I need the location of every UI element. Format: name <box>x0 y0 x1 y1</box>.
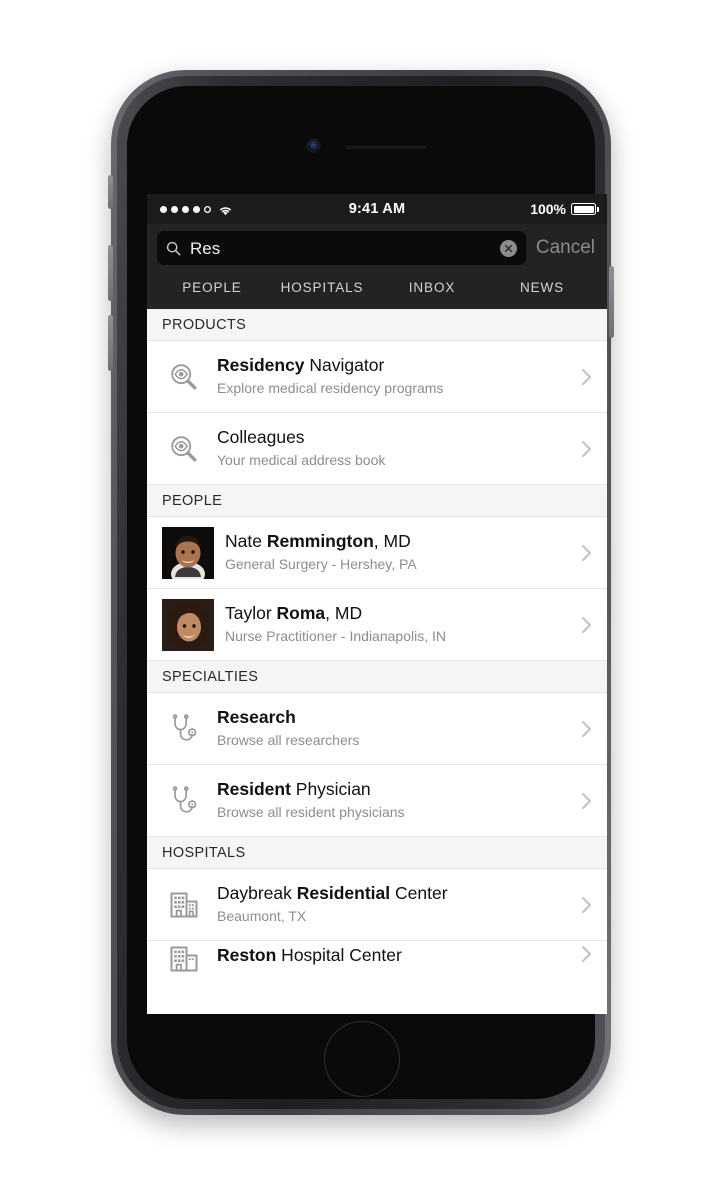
tab-bar: PEOPLE HOSPITALS INBOX NEWS <box>157 265 597 309</box>
search-nav-bar: Res Cancel PEOPLE HOSPITALS INBOX NEWS <box>147 224 607 309</box>
tab-news[interactable]: NEWS <box>487 280 597 295</box>
list-item[interactable]: Nate Remmington, MD General Surgery - He… <box>147 517 607 589</box>
magnifier-eye-icon <box>162 362 206 392</box>
list-item-text: Resident Physician Browse all resident p… <box>206 779 578 822</box>
section-header-people: PEOPLE <box>147 485 607 517</box>
cancel-button[interactable]: Cancel <box>532 237 597 259</box>
avatar <box>162 598 214 651</box>
hospital-building-icon <box>162 891 206 919</box>
list-item-title: Taylor Roma, MD <box>225 603 363 624</box>
battery-percent-label: 100% <box>530 201 566 217</box>
chevron-right-icon <box>578 720 594 738</box>
front-camera-icon <box>308 140 319 151</box>
volume-up-button[interactable] <box>108 245 113 301</box>
phone-device: 9:41 AM 100% Res Cancel PEOPLE HOSPITALS… <box>108 70 614 1115</box>
earpiece-speaker <box>345 144 427 149</box>
search-row: Res Cancel <box>157 231 597 265</box>
home-button[interactable] <box>324 1021 400 1097</box>
list-item-text: Research Browse all researchers <box>206 707 578 750</box>
chevron-right-icon <box>578 616 594 634</box>
list-item-subtitle: Your medical address book <box>217 451 386 468</box>
list-item-title: Resident Physician <box>217 779 371 800</box>
list-item-text: Nate Remmington, MD General Surgery - He… <box>214 531 578 574</box>
list-item[interactable]: Reston Hospital Center <box>147 941 607 973</box>
list-item[interactable]: Resident Physician Browse all resident p… <box>147 765 607 837</box>
list-item-subtitle: General Surgery - Hershey, PA <box>225 555 417 572</box>
list-item-title: Reston Hospital Center <box>217 945 402 965</box>
list-item-subtitle: Nurse Practitioner - Indianapolis, IN <box>225 627 446 644</box>
list-item-title: Nate Remmington, MD <box>225 531 411 552</box>
list-item-text: Colleagues Your medical address book <box>206 427 578 470</box>
avatar <box>162 526 214 579</box>
tab-hospitals[interactable]: HOSPITALS <box>267 280 377 295</box>
section-header-hospitals: HOSPITALS <box>147 837 607 869</box>
stethoscope-icon <box>162 713 206 744</box>
section-header-specialties: SPECIALTIES <box>147 661 607 693</box>
chevron-right-icon <box>578 792 594 810</box>
list-item-subtitle: Beaumont, TX <box>217 907 307 924</box>
list-item[interactable]: Taylor Roma, MD Nurse Practitioner - Ind… <box>147 589 607 661</box>
search-input[interactable]: Res <box>190 240 491 257</box>
list-item-title: Research <box>217 707 296 728</box>
chevron-right-icon <box>578 440 594 458</box>
search-icon <box>166 241 181 256</box>
list-item-title: Daybreak Residential Center <box>217 883 448 904</box>
list-item-title: Residency Navigator <box>217 355 385 376</box>
list-item-subtitle: Browse all researchers <box>217 731 360 748</box>
chevron-right-icon <box>578 945 594 963</box>
hospital-building-icon <box>162 945 206 973</box>
list-item[interactable]: Research Browse all researchers <box>147 693 607 765</box>
clear-circle-icon[interactable] <box>499 239 517 257</box>
status-bar: 9:41 AM 100% <box>147 194 607 224</box>
volume-down-button[interactable] <box>108 315 113 371</box>
magnifier-eye-icon <box>162 434 206 464</box>
power-button[interactable] <box>609 266 614 338</box>
chevron-right-icon <box>578 544 594 562</box>
list-item[interactable]: Residency Navigator Explore medical resi… <box>147 341 607 413</box>
tab-inbox[interactable]: INBOX <box>377 280 487 295</box>
list-item-text: Taylor Roma, MD Nurse Practitioner - Ind… <box>214 603 578 646</box>
list-item[interactable]: Colleagues Your medical address book <box>147 413 607 485</box>
list-item-text: Reston Hospital Center <box>206 945 578 967</box>
stethoscope-icon <box>162 785 206 816</box>
list-item-title: Colleagues <box>217 427 305 448</box>
section-header-products: PRODUCTS <box>147 309 607 341</box>
list-item-text: Residency Navigator Explore medical resi… <box>206 355 578 398</box>
app-screen: 9:41 AM 100% Res Cancel PEOPLE HOSPITALS… <box>147 194 607 1014</box>
tab-people[interactable]: PEOPLE <box>157 280 267 295</box>
search-field[interactable]: Res <box>157 231 526 265</box>
search-results-list[interactable]: PRODUCTS Residency Navigator Explore med… <box>147 309 607 1014</box>
phone-face: 9:41 AM 100% Res Cancel PEOPLE HOSPITALS… <box>127 86 607 1099</box>
list-item-subtitle: Browse all resident physicians <box>217 803 405 820</box>
list-item-subtitle: Explore medical residency programs <box>217 379 444 396</box>
list-item[interactable]: Daybreak Residential Center Beaumont, TX <box>147 869 607 941</box>
chevron-right-icon <box>578 368 594 386</box>
mute-switch[interactable] <box>108 175 113 209</box>
list-item-text: Daybreak Residential Center Beaumont, TX <box>206 883 578 926</box>
status-bar-right: 100% <box>530 194 599 224</box>
chevron-right-icon <box>578 896 594 914</box>
battery-icon <box>571 203 599 215</box>
phone-bezel: 9:41 AM 100% Res Cancel PEOPLE HOSPITALS… <box>117 76 607 1109</box>
